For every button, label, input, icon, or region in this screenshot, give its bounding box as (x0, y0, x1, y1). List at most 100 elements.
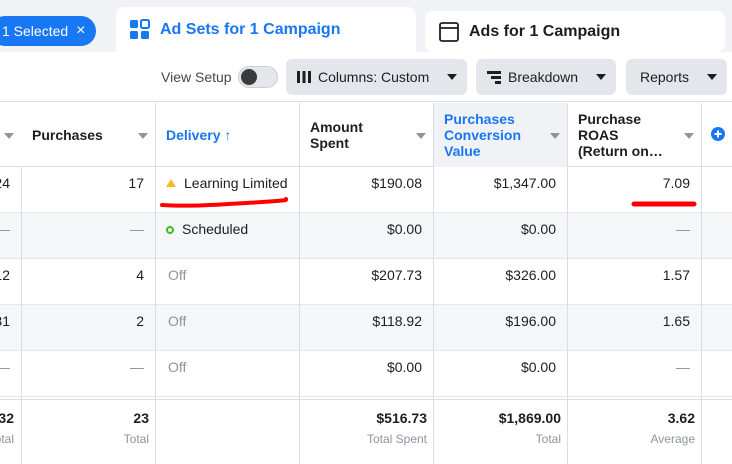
cell-amount-spent: $118.92 (372, 313, 422, 329)
header-delivery[interactable]: Delivery ↑ (166, 127, 231, 143)
cell-purchases: 2 (136, 313, 144, 329)
chevron-down-icon[interactable] (550, 133, 560, 139)
chevron-down-icon (707, 74, 717, 80)
total-roas-label: Average (650, 432, 695, 446)
total-purchases-label: Total (123, 432, 149, 446)
cell-conversion-value: $196.00 (505, 313, 556, 329)
cell-amount-spent: $0.00 (386, 221, 422, 237)
cell-partial: 12 (0, 267, 10, 283)
selected-filter-chip[interactable]: 1 Selected × (0, 16, 96, 46)
toggle-knob (241, 69, 257, 85)
chevron-down-icon[interactable] (684, 133, 694, 139)
chevron-down-icon (447, 74, 457, 80)
column-divider (299, 103, 300, 464)
columns-icon (296, 69, 312, 85)
selected-chip-label: 1 Selected (2, 23, 69, 39)
cell-roas: — (676, 221, 690, 237)
columns-button[interactable]: Columns: Custom (286, 59, 467, 95)
cell-purchases: — (130, 221, 144, 237)
cell-roas: 1.57 (662, 267, 690, 283)
header-conv-line3: Value (444, 143, 481, 159)
delivery-status: Learning Limited (184, 175, 288, 191)
cell-partial: 31 (0, 313, 10, 329)
chevron-down-icon[interactable] (416, 133, 426, 139)
ad-sets-table: Purchases Delivery ↑ Amount Spent Purcha… (0, 103, 732, 464)
total-amount-value: $516.73 (376, 410, 427, 426)
header-amount-line1: Amount (310, 119, 363, 135)
cell-partial: — (0, 221, 10, 237)
cell-purchases: 17 (128, 175, 144, 191)
cell-conversion-value: $0.00 (520, 359, 556, 375)
cell-conversion-value: $326.00 (505, 267, 556, 283)
total-roas-value: 3.62 (667, 410, 695, 426)
view-setup-label: View Setup (161, 69, 232, 85)
breakdown-icon (486, 69, 502, 85)
header-conversion-value[interactable]: Purchases Conversion Value (444, 111, 521, 159)
cell-delivery: Scheduled (166, 221, 248, 237)
header-roas-line2: ROAS (578, 127, 619, 143)
cell-amount-spent: $0.00 (386, 359, 422, 375)
table-row[interactable]: — — Off $0.00 $0.00 — (0, 351, 732, 397)
cell-delivery: Off (168, 267, 187, 283)
tab-ads[interactable]: Ads for 1 Campaign (425, 11, 725, 52)
cell-roas: — (676, 359, 690, 375)
table-row[interactable]: — — Scheduled $0.00 $0.00 — (0, 213, 732, 259)
total-conversion-label: Total (535, 432, 561, 446)
header-purchase-roas[interactable]: Purchase ROAS (Return on… (578, 111, 663, 159)
breakdown-label: Breakdown (508, 69, 579, 85)
cell-conversion-value: $0.00 (520, 221, 556, 237)
chevron-down-icon (596, 74, 606, 80)
header-conv-line1: Purchases (444, 111, 515, 127)
ad-sets-grid-icon (128, 18, 152, 42)
chevron-down-icon[interactable] (138, 133, 148, 139)
chevron-down-icon[interactable] (4, 133, 14, 139)
campaign-tab-bar: 1 Selected × Ad Sets for 1 Campaign Ads … (0, 0, 732, 52)
totals-row: 32 otal 23 Total $516.73 Total Spent $1,… (0, 399, 732, 464)
cell-roas: 7.09 (662, 175, 690, 191)
column-divider (701, 103, 702, 464)
table-row[interactable]: 31 2 Off $118.92 $196.00 1.65 (0, 305, 732, 351)
header-purchases[interactable]: Purchases (32, 127, 103, 143)
table-row[interactable]: 12 4 Off $207.73 $326.00 1.57 (0, 259, 732, 305)
total-conversion-value: $1,869.00 (498, 410, 561, 426)
column-divider (567, 103, 568, 464)
reports-button[interactable]: Reports (626, 59, 727, 95)
tab-ad-sets[interactable]: Ad Sets for 1 Campaign (116, 7, 416, 52)
column-divider (433, 103, 434, 464)
cell-roas: 1.65 (662, 313, 690, 329)
header-amount-spent[interactable]: Amount Spent (310, 119, 363, 151)
column-divider (155, 103, 156, 464)
scheduled-icon (166, 226, 174, 234)
header-amount-line2: Spent (310, 135, 349, 151)
table-toolbar: View Setup Columns: Custom Breakdown Rep… (0, 52, 732, 102)
tab-ads-label: Ads for 1 Campaign (469, 22, 621, 40)
delivery-status: Scheduled (182, 221, 249, 237)
total-partial-value: 32 (0, 410, 14, 426)
cell-purchases: — (130, 359, 144, 375)
cell-purchases: 4 (136, 267, 144, 283)
header-conv-line2: Conversion (444, 127, 522, 143)
columns-label: Columns: Custom (318, 69, 430, 85)
table-row[interactable]: 24 17 Learning Limited $190.08 $1,347.00… (0, 167, 732, 213)
total-partial-label: otal (0, 432, 14, 446)
cell-conversion-value: $1,347.00 (493, 175, 556, 191)
view-setup-toggle[interactable] (238, 66, 278, 88)
total-amount-label: Total Spent (366, 432, 427, 446)
column-divider (21, 167, 22, 464)
header-roas-line3: (Return on… (578, 143, 663, 159)
warning-icon (166, 179, 176, 187)
add-column-icon[interactable] (711, 127, 725, 146)
header-roas-line1: Purchase (578, 111, 642, 127)
cell-amount-spent: $207.73 (371, 267, 422, 283)
tab-ad-sets-label: Ad Sets for 1 Campaign (160, 20, 341, 38)
table-header-row: Purchases Delivery ↑ Amount Spent Purcha… (0, 103, 732, 167)
cell-amount-spent: $190.08 (371, 175, 422, 191)
ad-window-icon (437, 20, 461, 44)
cell-partial: — (0, 359, 10, 375)
reports-label: Reports (640, 69, 690, 85)
cell-delivery: Learning Limited (166, 175, 288, 191)
cell-delivery: Off (168, 313, 187, 329)
breakdown-button[interactable]: Breakdown (476, 59, 616, 95)
cell-delivery: Off (168, 359, 187, 375)
close-icon[interactable]: × (76, 23, 85, 39)
